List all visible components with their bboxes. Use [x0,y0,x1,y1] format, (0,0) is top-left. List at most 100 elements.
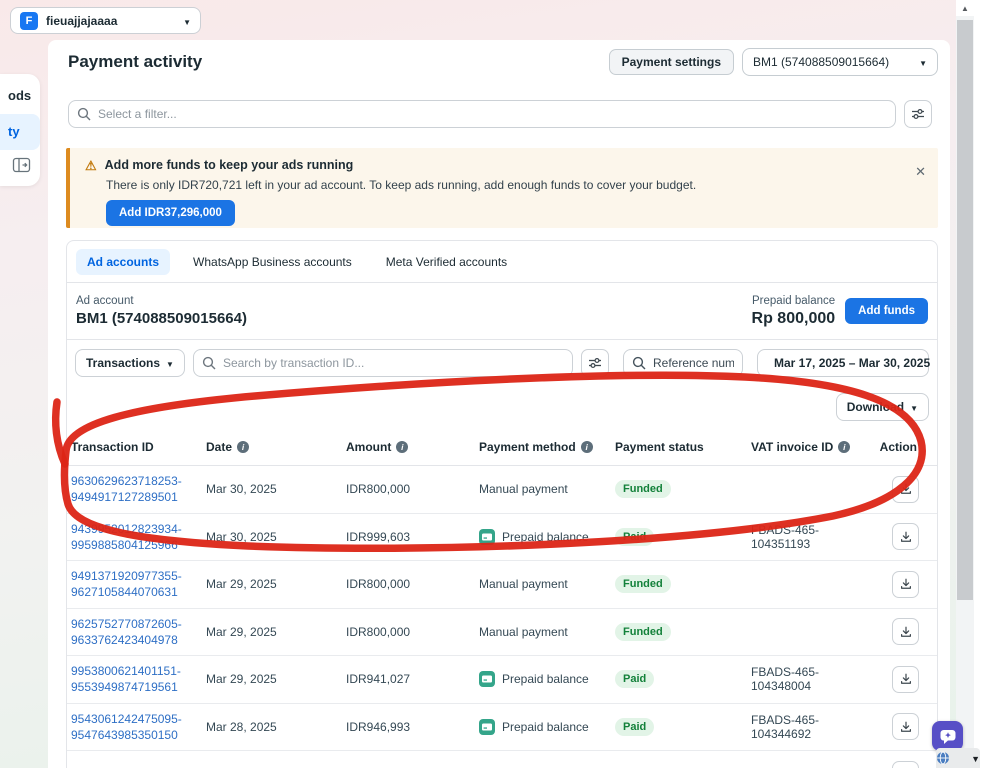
prepaid-balance-icon [479,671,495,687]
language-selector[interactable] [936,748,980,768]
tab-meta-verified-accounts[interactable]: Meta Verified accounts [375,249,518,275]
payment-settings-button[interactable]: Payment settings [609,49,734,75]
table-row: 9953800621401151- 9553949874719561 Mar 2… [67,656,937,704]
download-invoice-button[interactable] [892,666,919,693]
tab-whatsapp-business-accounts[interactable]: WhatsApp Business accounts [182,249,363,275]
business-switcher[interactable]: F fieuajjajaaaa [10,7,201,34]
download-dropdown-button[interactable]: Download [836,393,929,421]
main-content: Payment activity Payment settings BM1 (5… [48,40,950,768]
business-logo: F [20,12,38,30]
transaction-id-link[interactable]: 9625752770872605- 9633762423404978 [71,616,206,648]
vat-invoice-id-cell: FBADS-465-104344692 [751,713,876,741]
col-payment-status: Payment status [615,440,751,454]
transaction-id-link[interactable]: 9491371920977355- 9627105844070631 [71,568,206,600]
scrollbar-up-arrow[interactable] [956,0,974,16]
sidebar-item-payment-methods[interactable]: ods [0,88,31,103]
download-invoice-button[interactable] [892,571,919,598]
amount-cell: IDR800,000 [346,482,479,496]
globe-icon [936,751,950,765]
account-tabs: Ad accounts WhatsApp Business accounts M… [67,241,937,283]
payment-status-cell: Paid [615,670,751,688]
transaction-id-link[interactable]: 9439952012823934- 9959885804125966 [71,521,206,553]
account-selector-dropdown[interactable]: BM1 (574088509015664) [742,48,938,76]
status-badge: Funded [615,575,671,593]
col-transaction-id: Transaction ID [71,440,206,454]
sliders-icon [588,356,602,370]
business-name: fieuajjajaaaa [46,14,117,28]
low-funds-banner: Add more funds to keep your ads running … [66,148,938,228]
chevron-down-icon [183,12,191,30]
payment-method-cell: Manual payment [479,577,615,591]
info-icon[interactable] [838,441,850,453]
table-filter-options-button[interactable] [581,349,609,377]
chat-support-button[interactable] [932,721,963,751]
table-header-row: Transaction ID Date Amount Payment metho… [67,428,937,466]
amount-cell: IDR946,993 [346,720,479,734]
filter-options-button[interactable] [904,100,932,128]
tab-ad-accounts[interactable]: Ad accounts [76,249,170,275]
payment-method-cell: Prepaid balance [479,529,615,545]
sidebar-item-payment-activity[interactable]: ty [0,114,40,150]
chevron-down-icon [971,749,980,767]
accounts-card: Ad accounts WhatsApp Business accounts M… [66,240,938,768]
filter-search-row [68,100,932,128]
payment-status-cell: Funded [615,480,751,498]
payment-status-cell: Paid [615,718,751,736]
transaction-id-search-input[interactable] [193,349,573,377]
date-range-dropdown[interactable]: Mar 17, 2025 – Mar 30, 2025 [757,349,929,377]
download-invoice-button[interactable] [892,476,919,503]
vat-invoice-id-cell: FBADS-465-104351193 [751,523,876,551]
chevron-down-icon [936,356,938,370]
download-row: Download [67,386,937,428]
download-invoice-button[interactable] [892,523,919,550]
status-badge: Paid [615,528,654,546]
table-body: 9630629623718253- 9494917127289501 Mar 3… [67,466,937,768]
payment-status-cell: Funded [615,623,751,641]
info-icon[interactable] [237,441,249,453]
scrollbar-thumb[interactable] [957,20,973,600]
download-invoice-button[interactable] [892,713,919,740]
table-row: 9941381300128116- [67,751,937,768]
table-row: 9491371920977355- 9627105844070631 Mar 2… [67,561,937,609]
search-icon [202,356,216,370]
prepaid-balance-label: Prepaid balance [752,295,836,307]
sidebar-collapse-icon[interactable] [12,156,32,176]
download-invoice-button[interactable] [892,761,919,768]
transactions-filter-row: Transactions [67,340,937,386]
prepaid-balance-icon [479,719,495,735]
filter-search-input[interactable] [68,100,896,128]
payment-status-cell: Funded [615,575,751,593]
amount-cell: IDR999,603 [346,530,479,544]
info-icon[interactable] [396,441,408,453]
page-title: Payment activity [68,52,202,72]
status-badge: Funded [615,480,671,498]
add-funds-button[interactable]: Add funds [845,298,928,324]
download-icon [899,720,913,734]
transaction-id-link[interactable]: 9953800621401151- 9553949874719561 [71,663,206,695]
transaction-id-link[interactable]: 9630629623718253- 9494917127289501 [71,473,206,505]
download-icon [899,625,913,639]
search-icon [632,356,646,370]
date-cell: Mar 30, 2025 [206,482,346,496]
date-cell: Mar 30, 2025 [206,530,346,544]
prepaid-balance-icon [479,529,495,545]
transaction-id-link[interactable]: 9543061242475095- 9547643985350150 [71,711,206,743]
col-amount: Amount [346,440,479,454]
page-header: Payment activity Payment settings BM1 (5… [68,44,938,80]
add-funds-amount-button[interactable]: Add IDR37,296,000 [106,200,235,226]
transactions-type-dropdown[interactable]: Transactions [75,349,185,377]
close-icon[interactable] [915,164,926,180]
col-payment-method: Payment method [479,440,615,454]
info-icon[interactable] [581,441,593,453]
search-icon [77,107,91,121]
chevron-down-icon [919,55,927,69]
ad-account-name: BM1 (574088509015664) [76,310,247,327]
col-vat-invoice-id: VAT invoice ID [751,440,876,454]
date-cell: Mar 29, 2025 [206,672,346,686]
sliders-icon [911,107,925,121]
download-invoice-button[interactable] [892,618,919,645]
payment-method-cell: Prepaid balance [479,671,615,687]
table-row: 9439952012823934- 9959885804125966 Mar 3… [67,514,937,562]
status-badge: Paid [615,718,654,736]
payment-method-cell: Manual payment [479,482,615,496]
